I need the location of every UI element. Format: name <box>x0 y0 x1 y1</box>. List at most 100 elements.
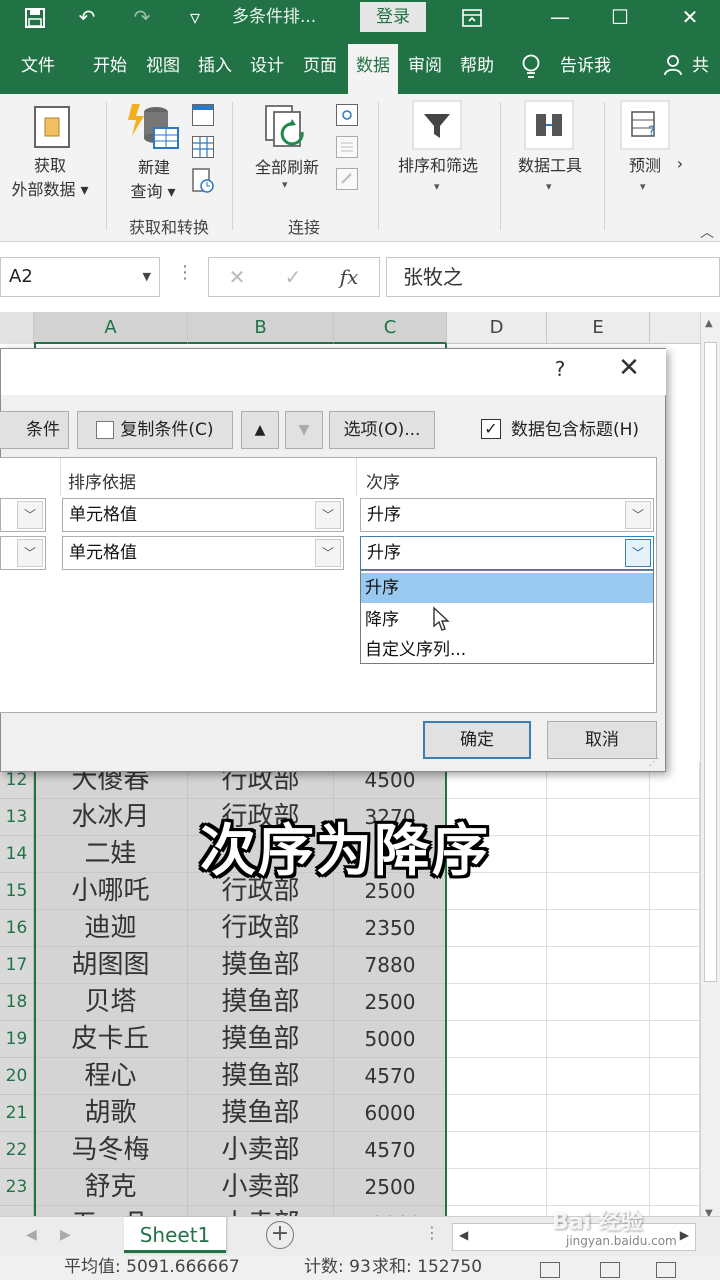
column-header-e[interactable]: E <box>547 312 650 344</box>
sheet-tab-sheet1[interactable]: Sheet1 <box>124 1217 226 1253</box>
cell-empty[interactable] <box>447 984 547 1021</box>
cell-department[interactable]: 摸鱼部 <box>188 984 334 1021</box>
cell-empty[interactable] <box>650 1095 700 1132</box>
tab-data[interactable]: 数据 <box>348 44 398 94</box>
help-icon[interactable]: ? <box>545 357 575 381</box>
maximize-button[interactable]: ☐ <box>600 0 640 36</box>
cell-salary[interactable]: 2500 <box>334 1169 447 1206</box>
cell-name[interactable]: 迪迦 <box>34 910 188 947</box>
cell-empty[interactable] <box>447 947 547 984</box>
chevron-down-icon[interactable]: ﹀ <box>17 539 43 567</box>
cell-name[interactable]: 贝塔 <box>34 984 188 1021</box>
share-button[interactable]: 共 <box>692 46 709 86</box>
ok-button[interactable]: 确定 <box>423 721 531 759</box>
chevron-down-icon[interactable]: ﹀ <box>315 501 341 529</box>
chevron-down-icon[interactable]: ﹀ <box>625 539 651 567</box>
forecast-icon[interactable]: ? <box>620 100 670 154</box>
column-header-b[interactable]: B <box>188 312 334 344</box>
row-header[interactable]: 14 <box>0 836 34 873</box>
cell-empty[interactable] <box>547 1132 650 1169</box>
column-header-d[interactable]: D <box>447 312 547 344</box>
cell-salary[interactable]: 2500 <box>334 984 447 1021</box>
add-sheet-button[interactable]: + <box>266 1221 294 1249</box>
copy-condition-button[interactable]: 复制条件(C) <box>77 411 233 449</box>
cell-salary[interactable]: 7880 <box>334 947 447 984</box>
select-all-corner[interactable] <box>0 312 34 344</box>
has-header-checkbox[interactable]: ✓ <box>481 419 501 439</box>
cell-empty[interactable] <box>547 799 650 836</box>
redo-icon[interactable]: ↷ <box>122 0 162 36</box>
connections-icon[interactable] <box>336 104 358 126</box>
move-down-button[interactable]: ▼ <box>285 411 323 449</box>
cell-department[interactable]: 摸鱼部 <box>188 1021 334 1058</box>
cell-name[interactable]: 胡图图 <box>34 947 188 984</box>
cell-department[interactable]: 摸鱼部 <box>188 1095 334 1132</box>
cell-name[interactable]: 程心 <box>34 1058 188 1095</box>
cell-empty[interactable] <box>447 1095 547 1132</box>
cell-department[interactable]: 摸鱼部 <box>188 1058 334 1095</box>
recent-sources-icon[interactable] <box>192 168 216 198</box>
next-sheet-icon[interactable]: ▶ <box>60 1227 71 1243</box>
name-box[interactable]: A2 ▼ <box>0 257 160 297</box>
login-button[interactable]: 登录 <box>360 2 426 32</box>
cell-empty[interactable] <box>547 1169 650 1206</box>
row-header[interactable]: 22 <box>0 1132 34 1169</box>
column-select-1[interactable]: ﹀ <box>0 498 46 532</box>
row-header[interactable]: 16 <box>0 910 34 947</box>
sort-on-select-1[interactable]: 单元格值 ﹀ <box>62 498 344 532</box>
order-option-ascending[interactable]: 升序 <box>361 573 653 603</box>
collapse-ribbon-icon[interactable]: ︿ <box>700 222 714 242</box>
forecast-dropdown[interactable]: ▾ <box>640 180 646 193</box>
cell-empty[interactable] <box>447 1169 547 1206</box>
tell-me-search[interactable]: 告诉我 <box>560 46 611 86</box>
cell-name[interactable]: 舒克 <box>34 1169 188 1206</box>
cell-empty[interactable] <box>447 910 547 947</box>
cell-department[interactable]: 小卖部 <box>188 1132 334 1169</box>
scroll-left-icon[interactable]: ◀ <box>459 1228 468 1242</box>
cell-name[interactable]: 二娃 <box>34 836 188 873</box>
options-button[interactable]: 选项(O)... <box>329 411 435 449</box>
cell-empty[interactable] <box>650 799 700 836</box>
cell-empty[interactable] <box>650 947 700 984</box>
column-header-a[interactable]: A <box>34 312 188 344</box>
cell-name[interactable]: 小哪吒 <box>34 873 188 910</box>
share-user-icon[interactable] <box>664 54 686 81</box>
cell-empty[interactable] <box>547 836 650 873</box>
tab-insert[interactable]: 插入 <box>190 46 240 86</box>
get-external-data-icon[interactable] <box>34 106 70 148</box>
move-up-button[interactable]: ▲ <box>241 411 279 449</box>
vertical-scroll-thumb[interactable] <box>704 342 717 982</box>
data-tools-icon[interactable] <box>524 100 574 154</box>
chevron-down-icon[interactable]: ﹀ <box>17 501 43 529</box>
sort-filter-label[interactable]: 排序和筛选 <box>384 152 492 176</box>
cell-salary[interactable]: 4570 <box>334 1058 447 1095</box>
resize-grip-icon[interactable]: ⋰ <box>649 757 659 768</box>
cell-empty[interactable] <box>650 910 700 947</box>
cell-empty[interactable] <box>650 1132 700 1169</box>
cell-empty[interactable] <box>547 910 650 947</box>
row-header[interactable]: 21 <box>0 1095 34 1132</box>
row-header[interactable]: 20 <box>0 1058 34 1095</box>
forecast-label[interactable]: 预测 <box>616 152 674 176</box>
undo-icon[interactable]: ↶ <box>64 0 110 36</box>
get-external-data-label-1[interactable]: 获取 <box>10 152 90 176</box>
cancel-entry-icon[interactable]: ✕ <box>213 258 261 296</box>
formula-bar-grip[interactable]: ⋮ <box>176 262 194 283</box>
ribbon-more-chevron[interactable]: › <box>674 154 686 173</box>
normal-view-icon[interactable] <box>540 1262 560 1278</box>
cell-empty[interactable] <box>650 873 700 910</box>
cancel-button[interactable]: 取消 <box>547 721 657 759</box>
cell-salary[interactable]: 5000 <box>334 1021 447 1058</box>
from-table-icon[interactable] <box>192 136 214 158</box>
cell-empty[interactable] <box>547 1021 650 1058</box>
cell-empty[interactable] <box>447 1058 547 1095</box>
lightbulb-icon[interactable] <box>516 54 546 84</box>
page-break-view-icon[interactable] <box>656 1262 676 1278</box>
sort-on-select-2[interactable]: 单元格值 ﹀ <box>62 536 344 570</box>
get-external-data-label-2[interactable]: 外部数据 ▾ <box>0 176 100 200</box>
cell-empty[interactable] <box>650 1021 700 1058</box>
tab-view[interactable]: 视图 <box>138 46 188 86</box>
vertical-scrollbar[interactable]: ▲ ▼ <box>700 312 720 1224</box>
cell-department[interactable]: 小卖部 <box>188 1169 334 1206</box>
cell-empty[interactable] <box>547 1095 650 1132</box>
